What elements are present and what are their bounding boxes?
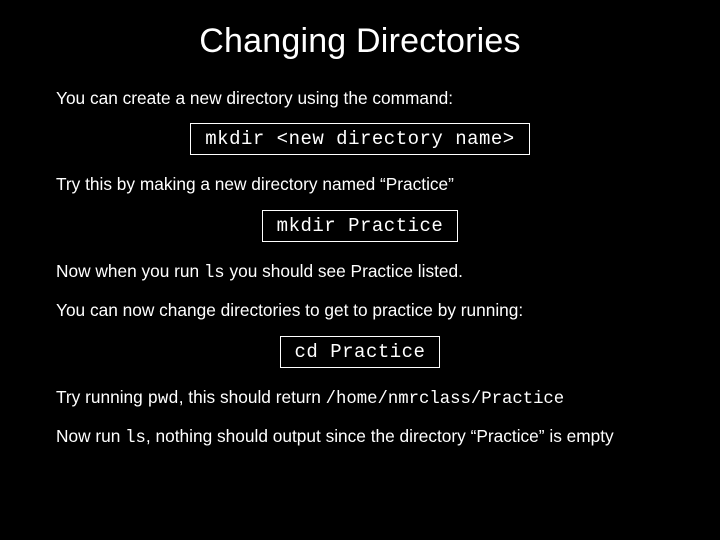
- command-box-wrap-3: cd Practice: [56, 336, 664, 368]
- command-box-cd-practice: cd Practice: [280, 336, 441, 368]
- paragraph-intro: You can create a new directory using the…: [56, 87, 664, 109]
- slide: Changing Directories You can create a ne…: [0, 0, 720, 540]
- paragraph-ls-result: Now when you run ls you should see Pract…: [56, 260, 664, 285]
- slide-title: Changing Directories: [56, 22, 664, 61]
- command-box-wrap-2: mkdir Practice: [56, 210, 664, 242]
- text-fragment: , nothing should output since the direct…: [146, 426, 614, 446]
- inline-code-ls-1: ls: [204, 264, 225, 283]
- text-fragment: Try running: [56, 387, 148, 407]
- paragraph-try-mkdir: Try this by making a new directory named…: [56, 173, 664, 195]
- inline-code-ls-2: ls: [125, 429, 146, 448]
- paragraph-ls-empty: Now run ls, nothing should output since …: [56, 425, 664, 450]
- command-box-mkdir-template: mkdir <new directory name>: [190, 123, 529, 155]
- text-fragment: Now when you run: [56, 261, 204, 281]
- command-box-wrap-1: mkdir <new directory name>: [56, 123, 664, 155]
- paragraph-pwd: Try running pwd, this should return /hom…: [56, 386, 664, 411]
- inline-code-pwd: pwd: [148, 390, 179, 409]
- inline-code-path: /home/nmrclass/Practice: [326, 390, 565, 409]
- paragraph-cd-intro: You can now change directories to get to…: [56, 299, 664, 321]
- text-fragment: , this should return: [179, 387, 326, 407]
- text-fragment: Now run: [56, 426, 125, 446]
- command-box-mkdir-practice: mkdir Practice: [262, 210, 459, 242]
- text-fragment: you should see Practice listed.: [225, 261, 463, 281]
